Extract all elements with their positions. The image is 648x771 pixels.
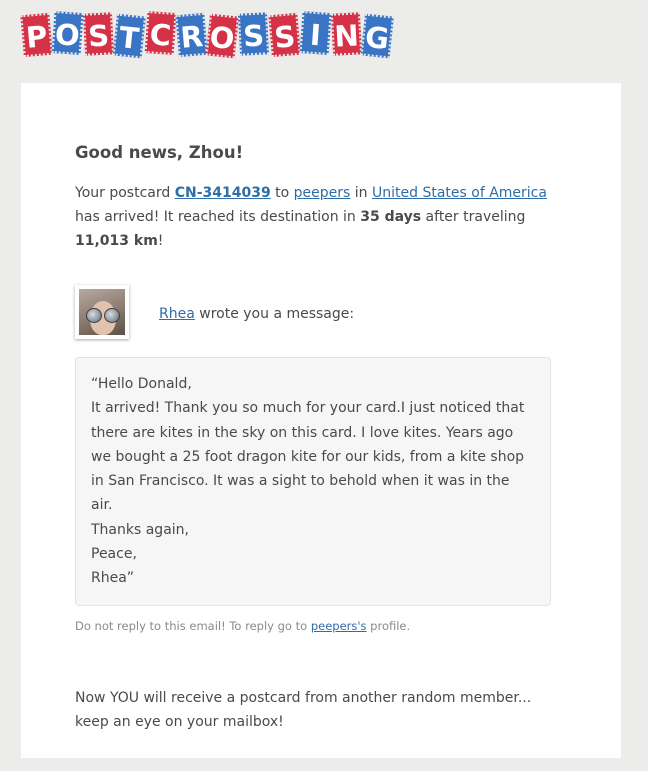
sender-row: Rhea wrote you a message: — [75, 285, 551, 345]
postcrossing-logo[interactable]: P O S T C R O S S I N G — [20, 11, 394, 59]
logo-letter: S — [237, 12, 270, 56]
logo-letter: G — [360, 13, 394, 59]
avatar[interactable] — [75, 285, 129, 339]
in-text: in — [350, 185, 373, 201]
sender-suffix: wrote you a message: — [194, 306, 355, 322]
arrived-text: has arrived! It reached its destination … — [75, 209, 361, 225]
distance-value: 11,013 km — [75, 233, 158, 249]
intro-text: Your postcard — [75, 185, 175, 201]
closing-line-1: Now YOU will receive a postcard from ano… — [75, 689, 532, 706]
sender-line: Rhea wrote you a message: — [159, 302, 354, 326]
exclaim-text: ! — [157, 233, 164, 249]
logo-letter: O — [205, 13, 239, 59]
country-link[interactable]: United States of America — [372, 185, 547, 201]
logo-letter: C — [144, 11, 177, 55]
greeting-heading: Good news, Zhou! — [75, 143, 244, 162]
logo-letter: N — [330, 12, 363, 56]
logo-letter: O — [51, 11, 84, 55]
after-text: after traveling — [421, 209, 526, 225]
profile-link[interactable]: peepers's — [311, 619, 367, 633]
sender-name-link[interactable]: Rhea — [159, 306, 195, 322]
logo-letter: I — [299, 11, 332, 55]
email-content: Good news, Zhou! Your postcard CN-341403… — [75, 141, 551, 734]
message-box: “Hello Donald, It arrived! Thank you so … — [75, 357, 551, 606]
closing-text: Now YOU will receive a postcard from ano… — [75, 686, 551, 734]
logo-letter: S — [268, 12, 301, 58]
closing-line-2: keep an eye on your mailbox! — [75, 713, 284, 730]
days-value: 35 days — [360, 209, 422, 225]
postcard-id-link[interactable]: CN-3414039 — [175, 185, 271, 201]
logo-letter: S — [82, 12, 115, 56]
logo-letter: T — [112, 13, 146, 59]
logo-letter: P — [20, 12, 53, 58]
email-card: Good news, Zhou! Your postcard CN-341403… — [21, 83, 621, 758]
no-reply-note: Do not reply to this email! To reply go … — [75, 617, 551, 635]
avatar-photo — [79, 289, 125, 335]
logo-letter: R — [175, 12, 208, 58]
note-suffix: profile. — [366, 618, 411, 633]
to-text: to — [270, 185, 294, 201]
recipient-link[interactable]: peepers — [294, 185, 351, 201]
arrival-paragraph: Your postcard CN-3414039 to peepers in U… — [75, 181, 551, 253]
note-prefix: Do not reply to this email! To reply go … — [75, 618, 311, 633]
